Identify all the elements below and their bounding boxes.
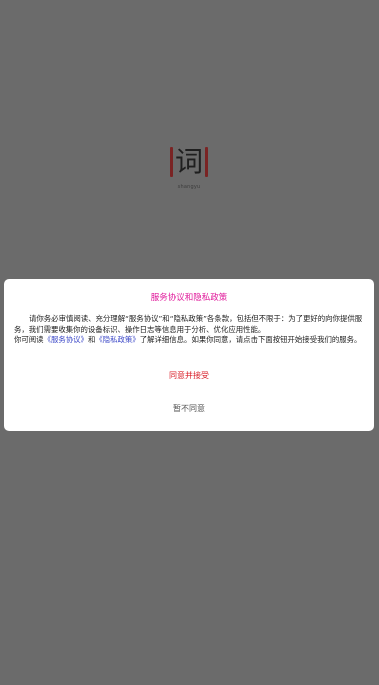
dialog-paragraph-2: 你可阅读《服务协议》和《隐私政策》了解详细信息。如果你同意，请点击下面按钮开始接… xyxy=(14,335,364,346)
logo-caption: shangyu xyxy=(177,184,201,190)
disagree-button[interactable]: 暂不同意 xyxy=(4,401,374,417)
privacy-dialog: 服务协议和隐私政策 请你务必审慎阅读、充分理解“服务协议”和“隐私政策”各条款，… xyxy=(4,279,374,431)
privacy-policy-link[interactable]: 《隐私政策》 xyxy=(95,335,139,344)
dialog-body: 请你务必审慎阅读、充分理解“服务协议”和“隐私政策”各条款，包括但不限于：为了更… xyxy=(14,314,364,346)
paragraph-2-prefix: 你可阅读 xyxy=(14,335,44,344)
logo-right-stroke xyxy=(205,147,208,177)
dialog-paragraph-1: 请你务必审慎阅读、充分理解“服务协议”和“隐私政策”各条款，包括但不限于：为了更… xyxy=(14,314,363,334)
logo-char: 词 xyxy=(174,145,203,178)
agree-button[interactable]: 同意并接受 xyxy=(4,368,374,384)
dialog-title: 服务协议和隐私政策 xyxy=(150,293,228,303)
app-logo: 词 shangyu xyxy=(169,142,209,194)
paragraph-2-suffix: 了解详细信息。如果你同意，请点击下面按钮开始接受我们的服务。 xyxy=(139,335,362,344)
service-agreement-link[interactable]: 《服务协议》 xyxy=(44,335,88,344)
splash-screen: 词 shangyu 服务协议和隐私政策 请你务必审慎阅读、充分理解“服务协议”和… xyxy=(0,0,379,685)
logo-mark-icon: 词 xyxy=(169,142,209,182)
